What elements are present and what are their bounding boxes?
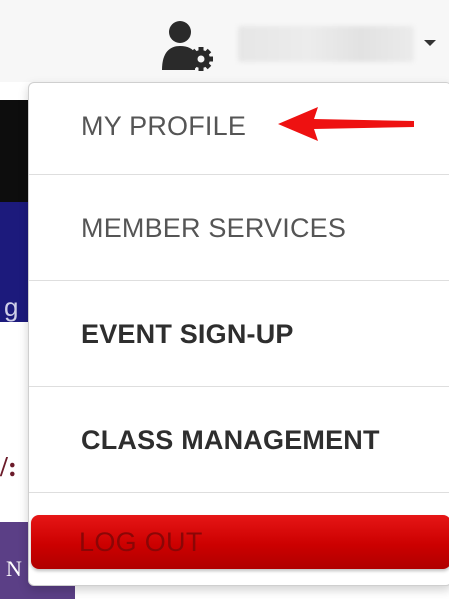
username-redacted[interactable] [238, 26, 414, 62]
user-dropdown-menu: MY PROFILE MEMBER SERVICES EVENT SIGN-UP… [28, 82, 449, 586]
caret-down-icon[interactable] [424, 40, 436, 46]
logout-button[interactable]: LOG OUT [31, 515, 449, 569]
page: g /: N MY PROFILE MEMBER SERVICES EVENT … [0, 0, 449, 599]
user-settings-icon[interactable] [160, 18, 214, 72]
red-arrow-left-icon [276, 104, 416, 144]
menu-item-label: MY PROFILE [81, 111, 247, 141]
background-purple-text: N [6, 556, 22, 581]
menu-item-label: CLASS MANAGEMENT [81, 425, 380, 455]
background-navy-text: g [4, 292, 19, 322]
menu-item-label: EVENT SIGN-UP [81, 319, 294, 349]
background-black-strip [0, 100, 28, 202]
menu-item-event-sign-up[interactable]: EVENT SIGN-UP [29, 281, 449, 387]
menu-item-member-services[interactable]: MEMBER SERVICES [29, 175, 449, 281]
top-header-bar [0, 0, 449, 82]
menu-item-label: MEMBER SERVICES [81, 213, 347, 243]
background-maroon-text: /: [0, 452, 18, 483]
menu-item-class-management[interactable]: CLASS MANAGEMENT [29, 387, 449, 493]
logout-label: LOG OUT [79, 527, 203, 557]
